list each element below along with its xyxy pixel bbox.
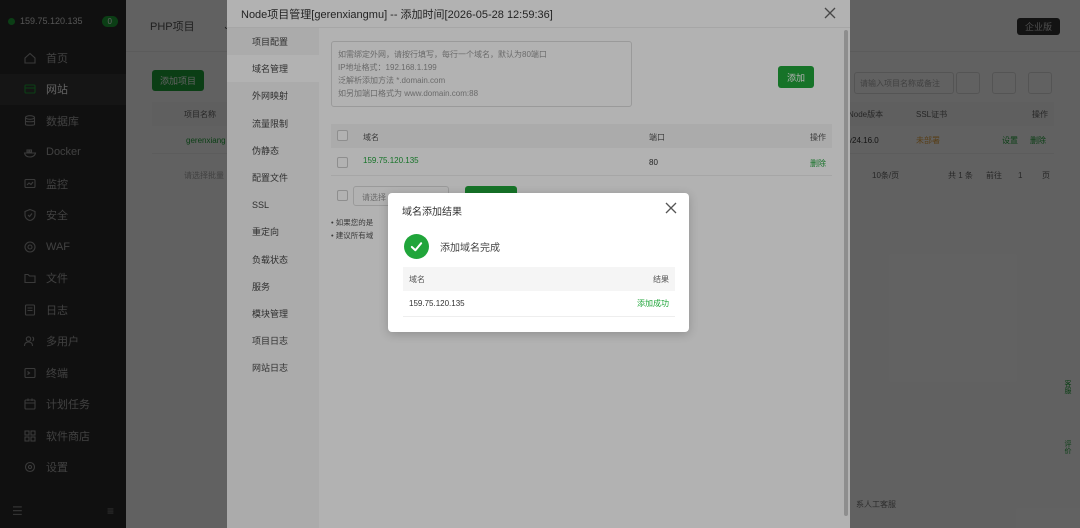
domain-result-dialog: 域名添加结果 添加域名完成 域名 结果 159.75.120.135 添加成功	[388, 193, 689, 332]
col-result: 结果	[653, 274, 669, 284]
result-table-header: 域名 结果	[403, 267, 675, 291]
close-icon[interactable]	[665, 202, 677, 214]
col-domain: 域名	[409, 274, 425, 284]
result-title: 域名添加结果	[402, 207, 462, 218]
result-domain: 159.75.120.135	[409, 299, 465, 308]
result-status-text: 添加成功	[637, 299, 669, 308]
result-message: 添加域名完成	[440, 243, 500, 254]
result-status: 添加域名完成	[404, 234, 500, 259]
success-check-icon	[404, 234, 429, 259]
table-row: 159.75.120.135 添加成功	[403, 291, 675, 317]
result-table: 域名 结果 159.75.120.135 添加成功	[403, 267, 675, 317]
